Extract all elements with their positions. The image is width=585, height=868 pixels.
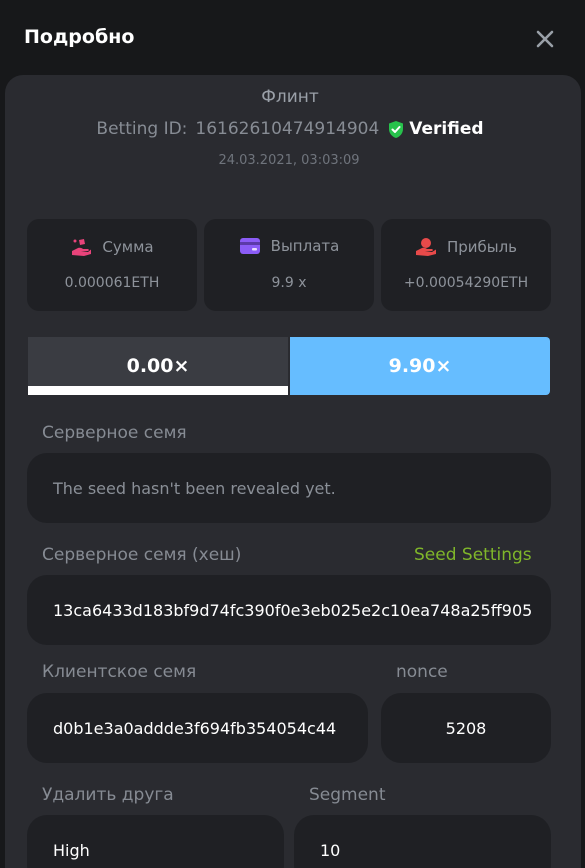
stat-card-profit: Прибыль +0.00054290ETH — [381, 219, 551, 311]
close-icon — [536, 30, 554, 48]
server-seed-field[interactable]: The seed hasn't been revealed yet. — [27, 453, 551, 523]
bet-details-modal: Подробно Флинт Betting ID: 1616261047491… — [0, 0, 585, 868]
verified-label: Verified — [409, 119, 484, 139]
card-icon — [239, 238, 260, 254]
betting-id-label: Betting ID: — [96, 119, 188, 139]
server-seed-label: Серверное семя — [42, 423, 187, 443]
tab-active-indicator — [28, 386, 288, 395]
stat-card-payout: Выплата 9.9 x — [204, 219, 374, 311]
stat-label: Выплата — [270, 237, 340, 255]
modal-title: Подробно — [24, 26, 135, 48]
modal-header: Подробно — [0, 0, 585, 75]
betting-id-line: Betting ID: 16162610474914904 Verified — [0, 119, 580, 139]
client-seed-field[interactable]: d0b1e3a0addde3f694fb354054c44 — [27, 693, 368, 763]
tab-multiplier-high[interactable]: 9.90× — [290, 337, 550, 395]
seed-settings-link[interactable]: Seed Settings — [414, 545, 532, 565]
stat-value: +0.00054290ETH — [403, 275, 529, 291]
risk-label: Удалить друга — [42, 785, 174, 805]
risk-field[interactable]: High — [27, 815, 284, 868]
stat-value: 9.9 x — [271, 275, 307, 291]
server-seed-hash-field[interactable]: 13ca6433d183bf9d74fc390f0e3eb025e2c10ea7… — [27, 575, 551, 645]
segment-field[interactable]: 10 — [294, 815, 551, 868]
nonce-field[interactable]: 5208 — [381, 693, 551, 763]
server-seed-hash-label: Серверное семя (хеш) — [42, 545, 242, 565]
tab-label: 0.00× — [126, 355, 190, 377]
bet-date: 24.03.2021, 03:03:09 — [218, 153, 360, 168]
stat-value: 0.000061ETH — [64, 275, 160, 291]
client-seed-label: Клиентское семя — [42, 662, 197, 682]
game-name: Флинт — [261, 87, 319, 107]
betting-id-value[interactable]: 16162610474914904 — [195, 119, 379, 139]
segment-label: Segment — [309, 785, 386, 805]
stat-label: Прибыль — [446, 238, 518, 256]
shield-check-icon — [389, 120, 404, 138]
nonce-label: nonce — [396, 662, 448, 682]
profit-hand-icon — [415, 238, 436, 256]
close-button[interactable] — [532, 26, 558, 52]
tab-label: 9.90× — [388, 355, 452, 377]
verified-badge: Verified — [387, 119, 484, 139]
tab-multiplier-low[interactable]: 0.00× — [28, 337, 288, 395]
stat-label: Сумма — [102, 238, 154, 256]
money-hand-icon — [72, 239, 92, 256]
stat-card-amount: Сумма 0.000061ETH — [27, 219, 197, 311]
